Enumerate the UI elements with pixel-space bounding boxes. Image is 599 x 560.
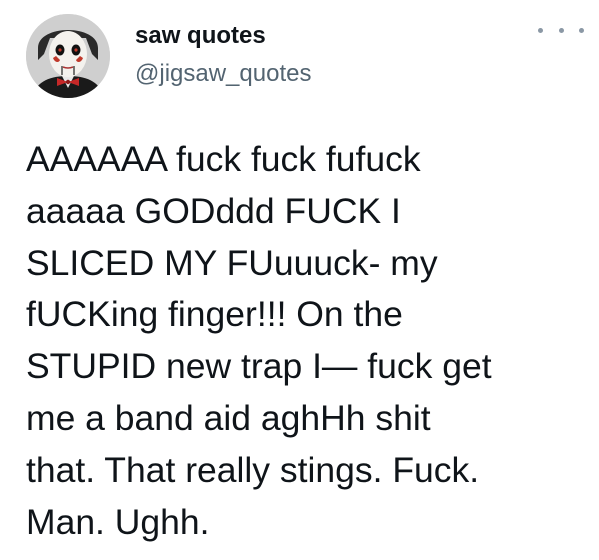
display-name[interactable]: saw quotes bbox=[135, 22, 266, 50]
more-options-icon[interactable] bbox=[538, 18, 584, 42]
more-dot bbox=[579, 27, 584, 33]
jigsaw-puppet-icon bbox=[26, 14, 110, 98]
tweet-text: AAAAAA fuck fuck fufuck aaaaa GODddd FUC… bbox=[26, 139, 492, 542]
more-dot bbox=[538, 27, 543, 33]
user-handle[interactable]: @jigsaw_quotes bbox=[135, 60, 311, 88]
avatar[interactable] bbox=[26, 14, 110, 98]
more-dot bbox=[558, 27, 564, 33]
tweet-card: saw quotes @jigsaw_quotes AAAAAA fuck fu… bbox=[0, 0, 599, 560]
